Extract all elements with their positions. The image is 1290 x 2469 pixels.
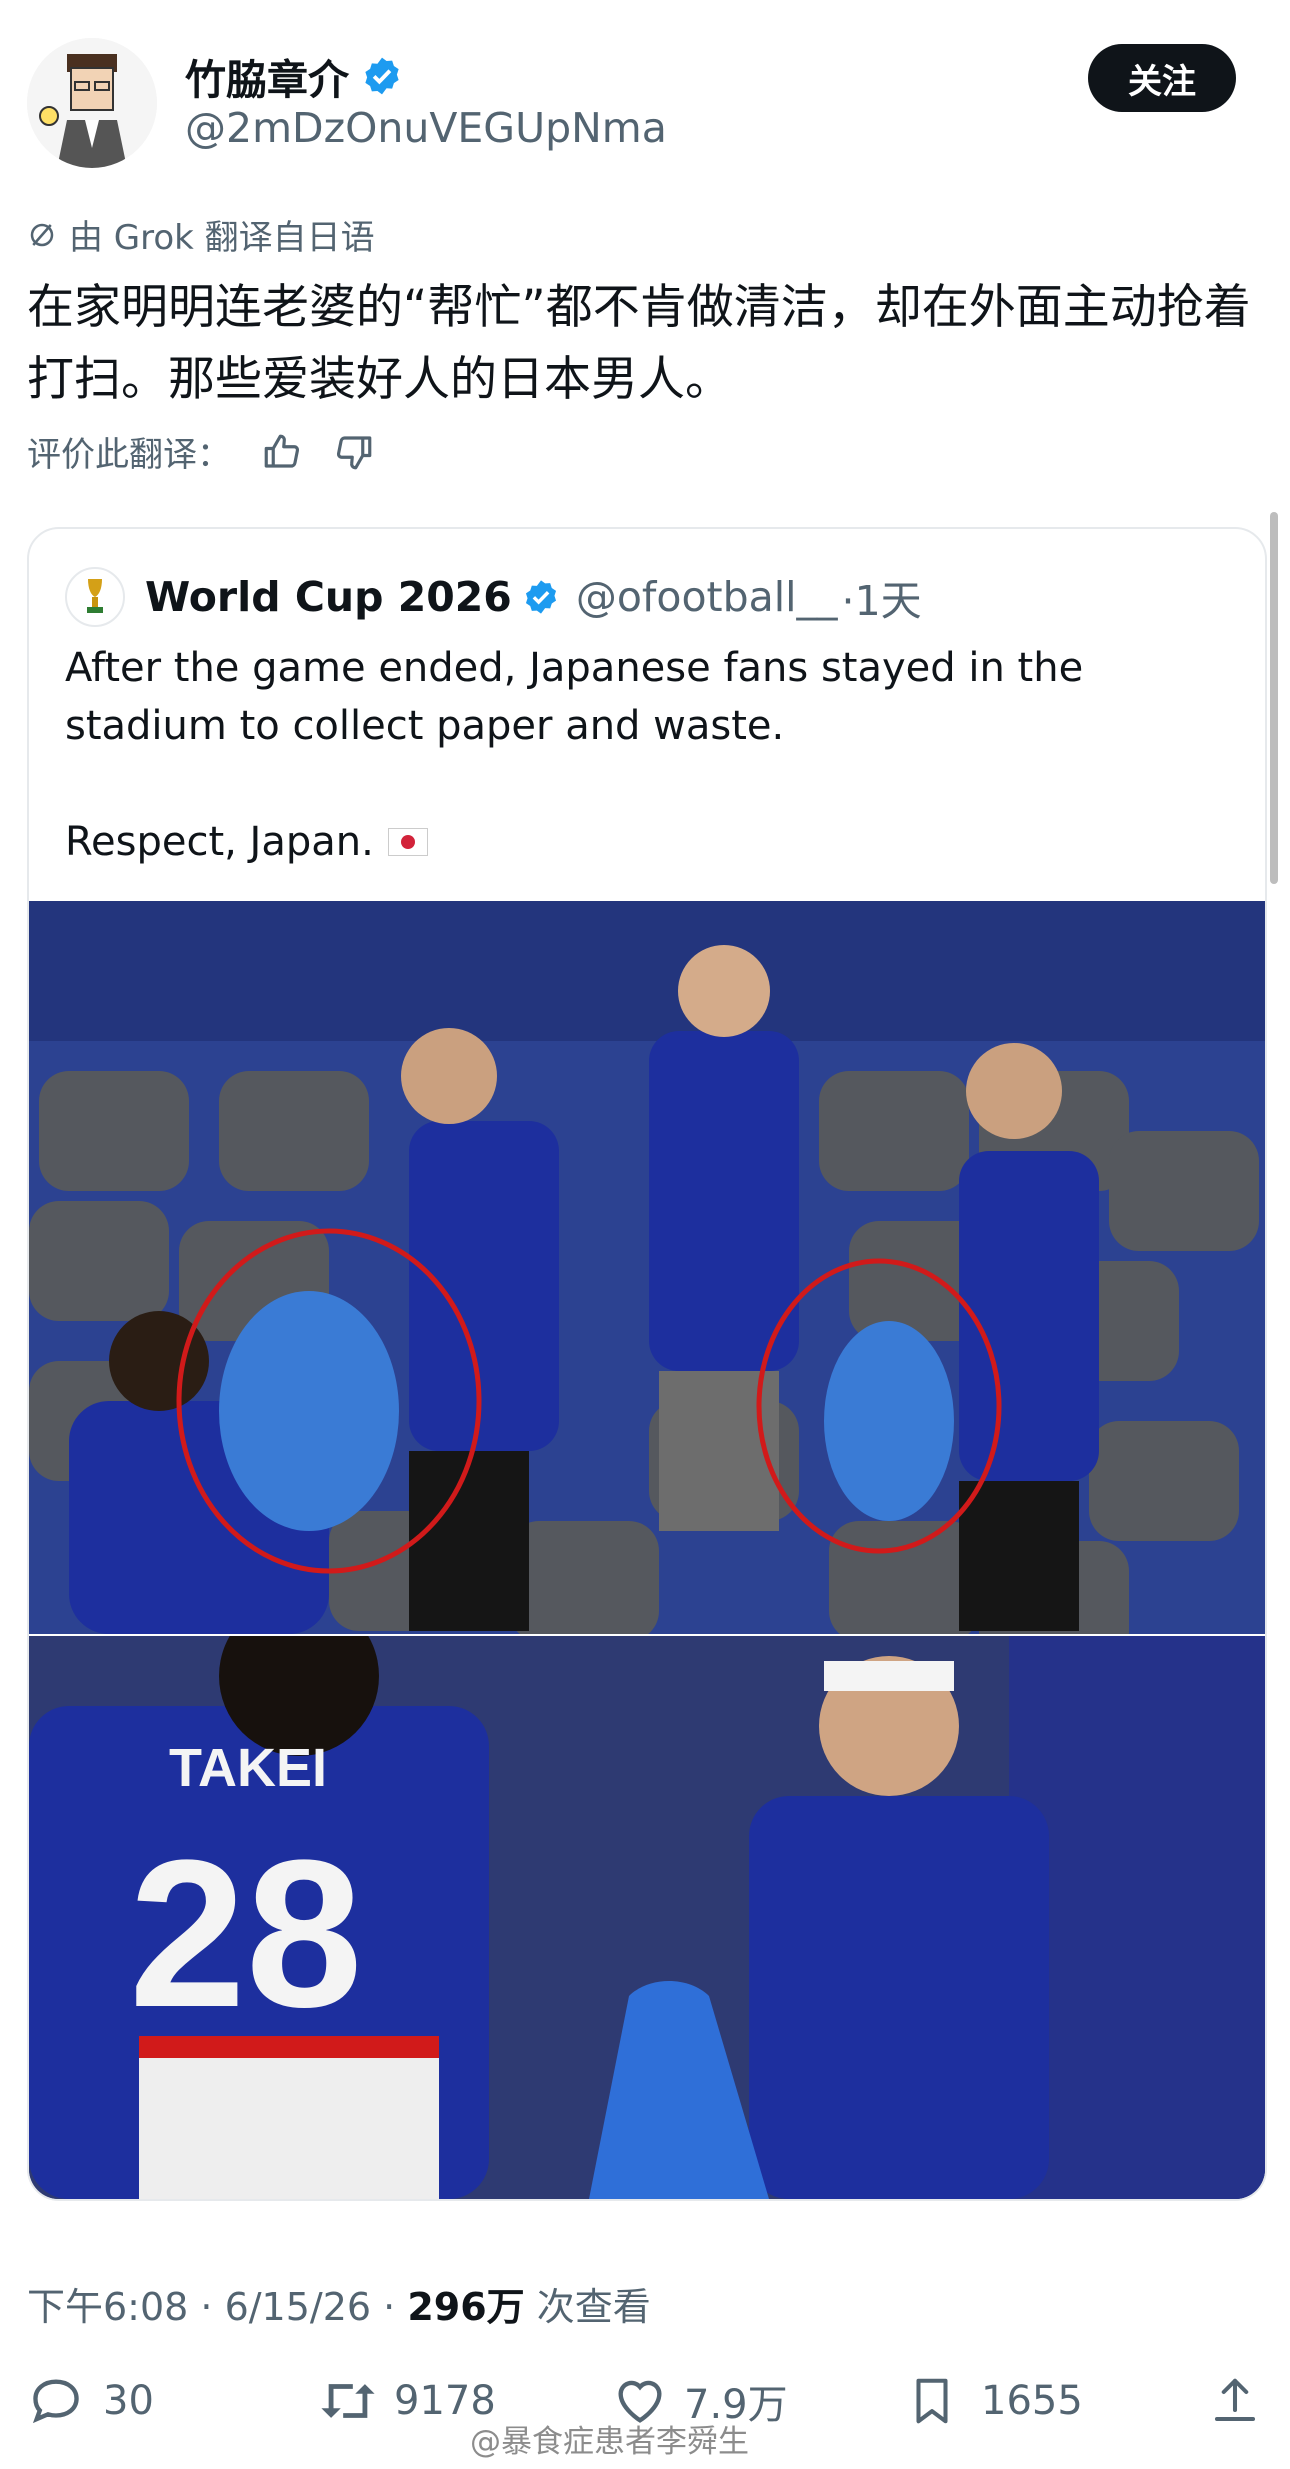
- quote-author-name[interactable]: World Cup 2026: [145, 573, 512, 621]
- quote-text: After the game ended, Japanese fans stay…: [65, 639, 1225, 871]
- translation-note-text: 由 Grok 翻译自日语: [69, 218, 375, 258]
- grok-icon: [30, 223, 54, 246]
- reply-button[interactable]: 30: [27, 2372, 154, 2430]
- quoted-tweet[interactable]: World Cup 2026 @ofootball__ ·1天 After th…: [27, 527, 1267, 2201]
- japan-flag-icon: [387, 828, 428, 856]
- view-suffix: 次查看: [524, 2285, 651, 2329]
- watermark: @暴食症患者李舜生: [470, 2424, 749, 2460]
- author-name[interactable]: 竹脇章介: [185, 46, 349, 106]
- follow-button[interactable]: 关注: [1088, 44, 1236, 112]
- photo-fans-cleaning-1[interactable]: [29, 901, 1265, 1634]
- rate-label: 评价此翻译：: [27, 435, 231, 475]
- translation-note: 由 Grok 翻译自日语: [27, 210, 375, 259]
- post-timestamp: 下午6:08 · 6/15/26 · 296万 次查看: [27, 2276, 651, 2331]
- bookmark-count: 1655: [981, 2378, 1083, 2424]
- verified-badge-icon: [365, 57, 399, 95]
- quote-verified-badge-icon: [525, 580, 556, 614]
- bookmark-icon: [916, 2378, 948, 2424]
- quote-text-line: After the game ended, Japanese fans stay…: [65, 645, 1084, 749]
- bookmark-button[interactable]: 1655: [905, 2372, 1083, 2430]
- author-handle[interactable]: @2mDzOnuVEGUpNma: [185, 104, 667, 152]
- view-count: 296万: [407, 2285, 525, 2329]
- reply-count: 30: [103, 2378, 154, 2424]
- jersey-name: TAKEI: [169, 1738, 327, 1798]
- thumbs-down-icon[interactable]: [333, 431, 375, 473]
- repost-icon: [321, 2384, 375, 2418]
- thumbs-up-icon[interactable]: [261, 431, 303, 473]
- fan-jersey-front: [749, 1796, 1049, 2199]
- rate-translation: 评价此翻译：: [27, 427, 375, 476]
- post-body: 在家明明连老婆的“帮忙”都不肯做清洁，却在外面主动抢着打扫。那些爱装好人的日本男…: [27, 280, 1251, 407]
- photo-fans-cleaning-2[interactable]: TAKEI 28: [29, 1636, 1265, 2199]
- trophy-icon: [87, 579, 103, 613]
- share-icon: [1214, 2378, 1256, 2422]
- quote-time: ·1天: [841, 577, 922, 625]
- author-avatar[interactable]: [27, 38, 157, 168]
- jersey-number: 28: [129, 1816, 363, 2051]
- share-button[interactable]: [1208, 2372, 1262, 2430]
- scrollbar[interactable]: [1270, 512, 1278, 884]
- quote-avatar[interactable]: [65, 567, 125, 627]
- repost-button[interactable]: 9178: [316, 2372, 496, 2430]
- trash-bag: [219, 1291, 399, 1531]
- quote-author-handle[interactable]: @ofootball__: [576, 573, 838, 621]
- reply-icon: [32, 2379, 79, 2424]
- quote-text-p2: Respect, Japan.: [65, 819, 374, 865]
- post-time: 下午6:08 · 6/15/26 ·: [27, 2285, 408, 2329]
- trash-bag: [824, 1321, 954, 1521]
